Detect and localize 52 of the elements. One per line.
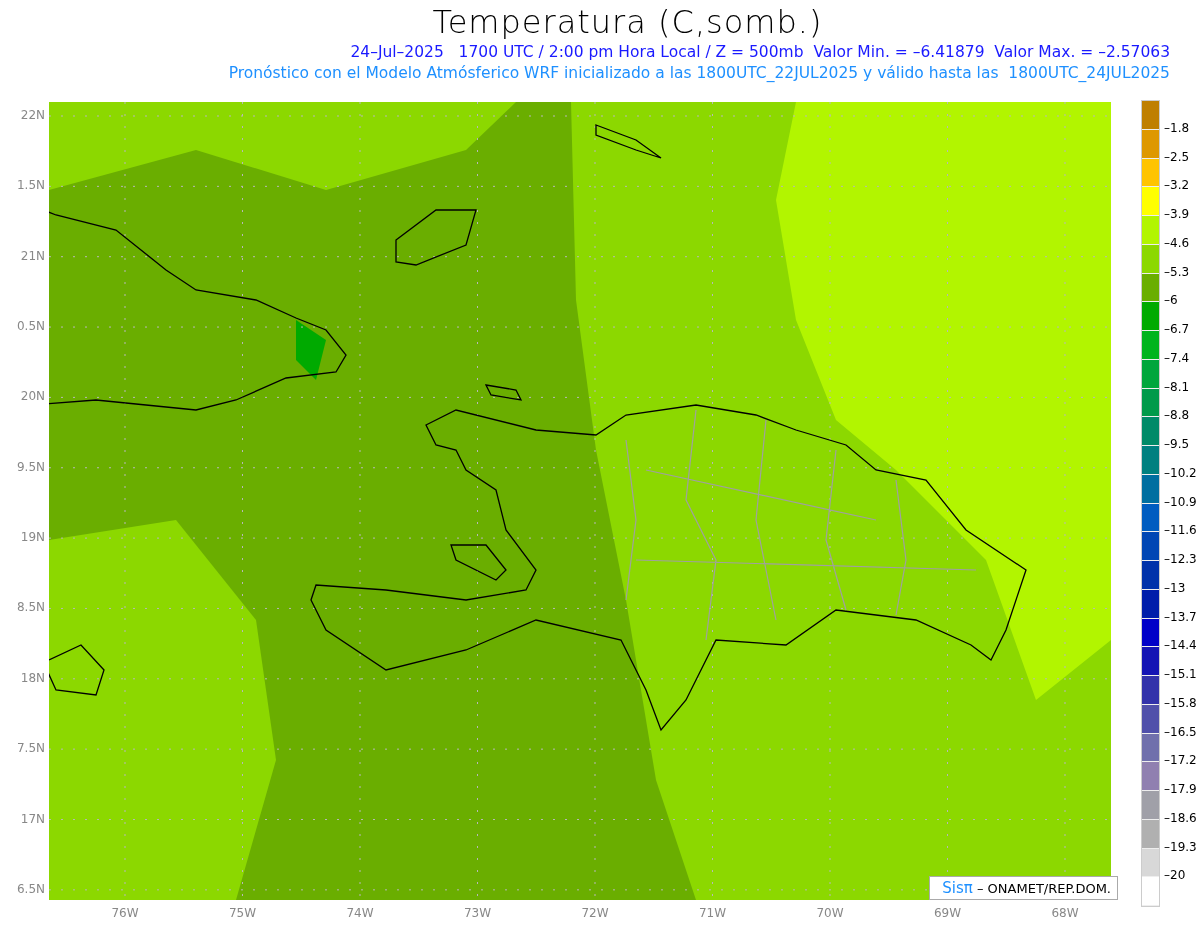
axis-label: 22N [20,108,45,122]
legend-label: –6.7 [1164,322,1190,336]
legend-label: –17.2 [1164,753,1197,768]
credit-label: Sisπ – ONAMET/REP.DOM. [929,876,1118,900]
legend-label: –3.2 [1164,178,1190,193]
axis-label: 76W [110,906,140,920]
axis-label: 8.5N [16,600,45,615]
legend-label: –9.5 [1164,437,1190,451]
legend-label: –6 [1164,293,1178,308]
legend-label: –10.9 [1164,494,1197,509]
legend-label: –12.3 [1164,552,1197,566]
legend-label: –17.9 [1164,782,1197,796]
legend-label: –15.1 [1164,667,1197,681]
axis-label: 70W [815,906,845,920]
legend-label: –4.6 [1164,235,1190,250]
legend-label: –8.8 [1164,408,1190,423]
axis-label: 21N [20,248,45,263]
axis-label: 20N [20,389,45,404]
legend-label: –11.6 [1164,523,1197,538]
axis-label: 6.5N [16,881,45,896]
axis-label: 1.5N [16,178,45,193]
axis-label: 74W [345,906,375,920]
axis-label: 18N [20,670,45,685]
legend-label: –5.3 [1164,264,1190,279]
legend-label: –7.4 [1164,350,1190,365]
legend-label: –13.7 [1164,609,1197,624]
axis-label: 7.5N [16,741,45,756]
axis-label: 0.5N [16,319,45,334]
legend-label: –13 [1164,580,1186,595]
axis-label: 75W [227,906,258,920]
legend-label: –8.1 [1164,379,1190,394]
axis-label: 17N [20,811,45,826]
legend-label: –14.4 [1164,638,1197,653]
axis-label: 69W [932,906,963,920]
axis-label: 68W [1050,906,1080,920]
legend-label: –10.2 [1164,465,1197,480]
axis-label: 71W [697,906,728,920]
axis-label: 19N [20,530,45,545]
subtitle-line: Pronóstico con el Modelo Atmósferico WRF inicializado a las 1800UTC_22JUL2025 y válido hasta las 1800UTC_24JUL2025 [228,63,1170,84]
legend-label: –19.3 [1164,839,1197,854]
legend-label: –3.9 [1164,207,1190,221]
legend-label: –16.5 [1164,724,1197,739]
legend-label: –1.8 [1164,120,1190,135]
legend-label: –18.6 [1164,810,1197,825]
axis-label: 72W [580,906,610,920]
legend-label: –15.8 [1164,695,1197,710]
legend-label: –20 [1164,868,1186,883]
axis-label: 73W [462,906,493,920]
legend-label: –2.5 [1164,149,1190,164]
subtitle-line: 24–Jul–2025 1700 UTC / 2:00 pm Hora Local / Z = 500mb Valor Min. = –6.41879 Valor Max. = –2.57063 [350,42,1170,63]
chart-title: Temperatura (C,somb.) [432,2,823,42]
axis-label: 9.5N [16,459,45,474]
